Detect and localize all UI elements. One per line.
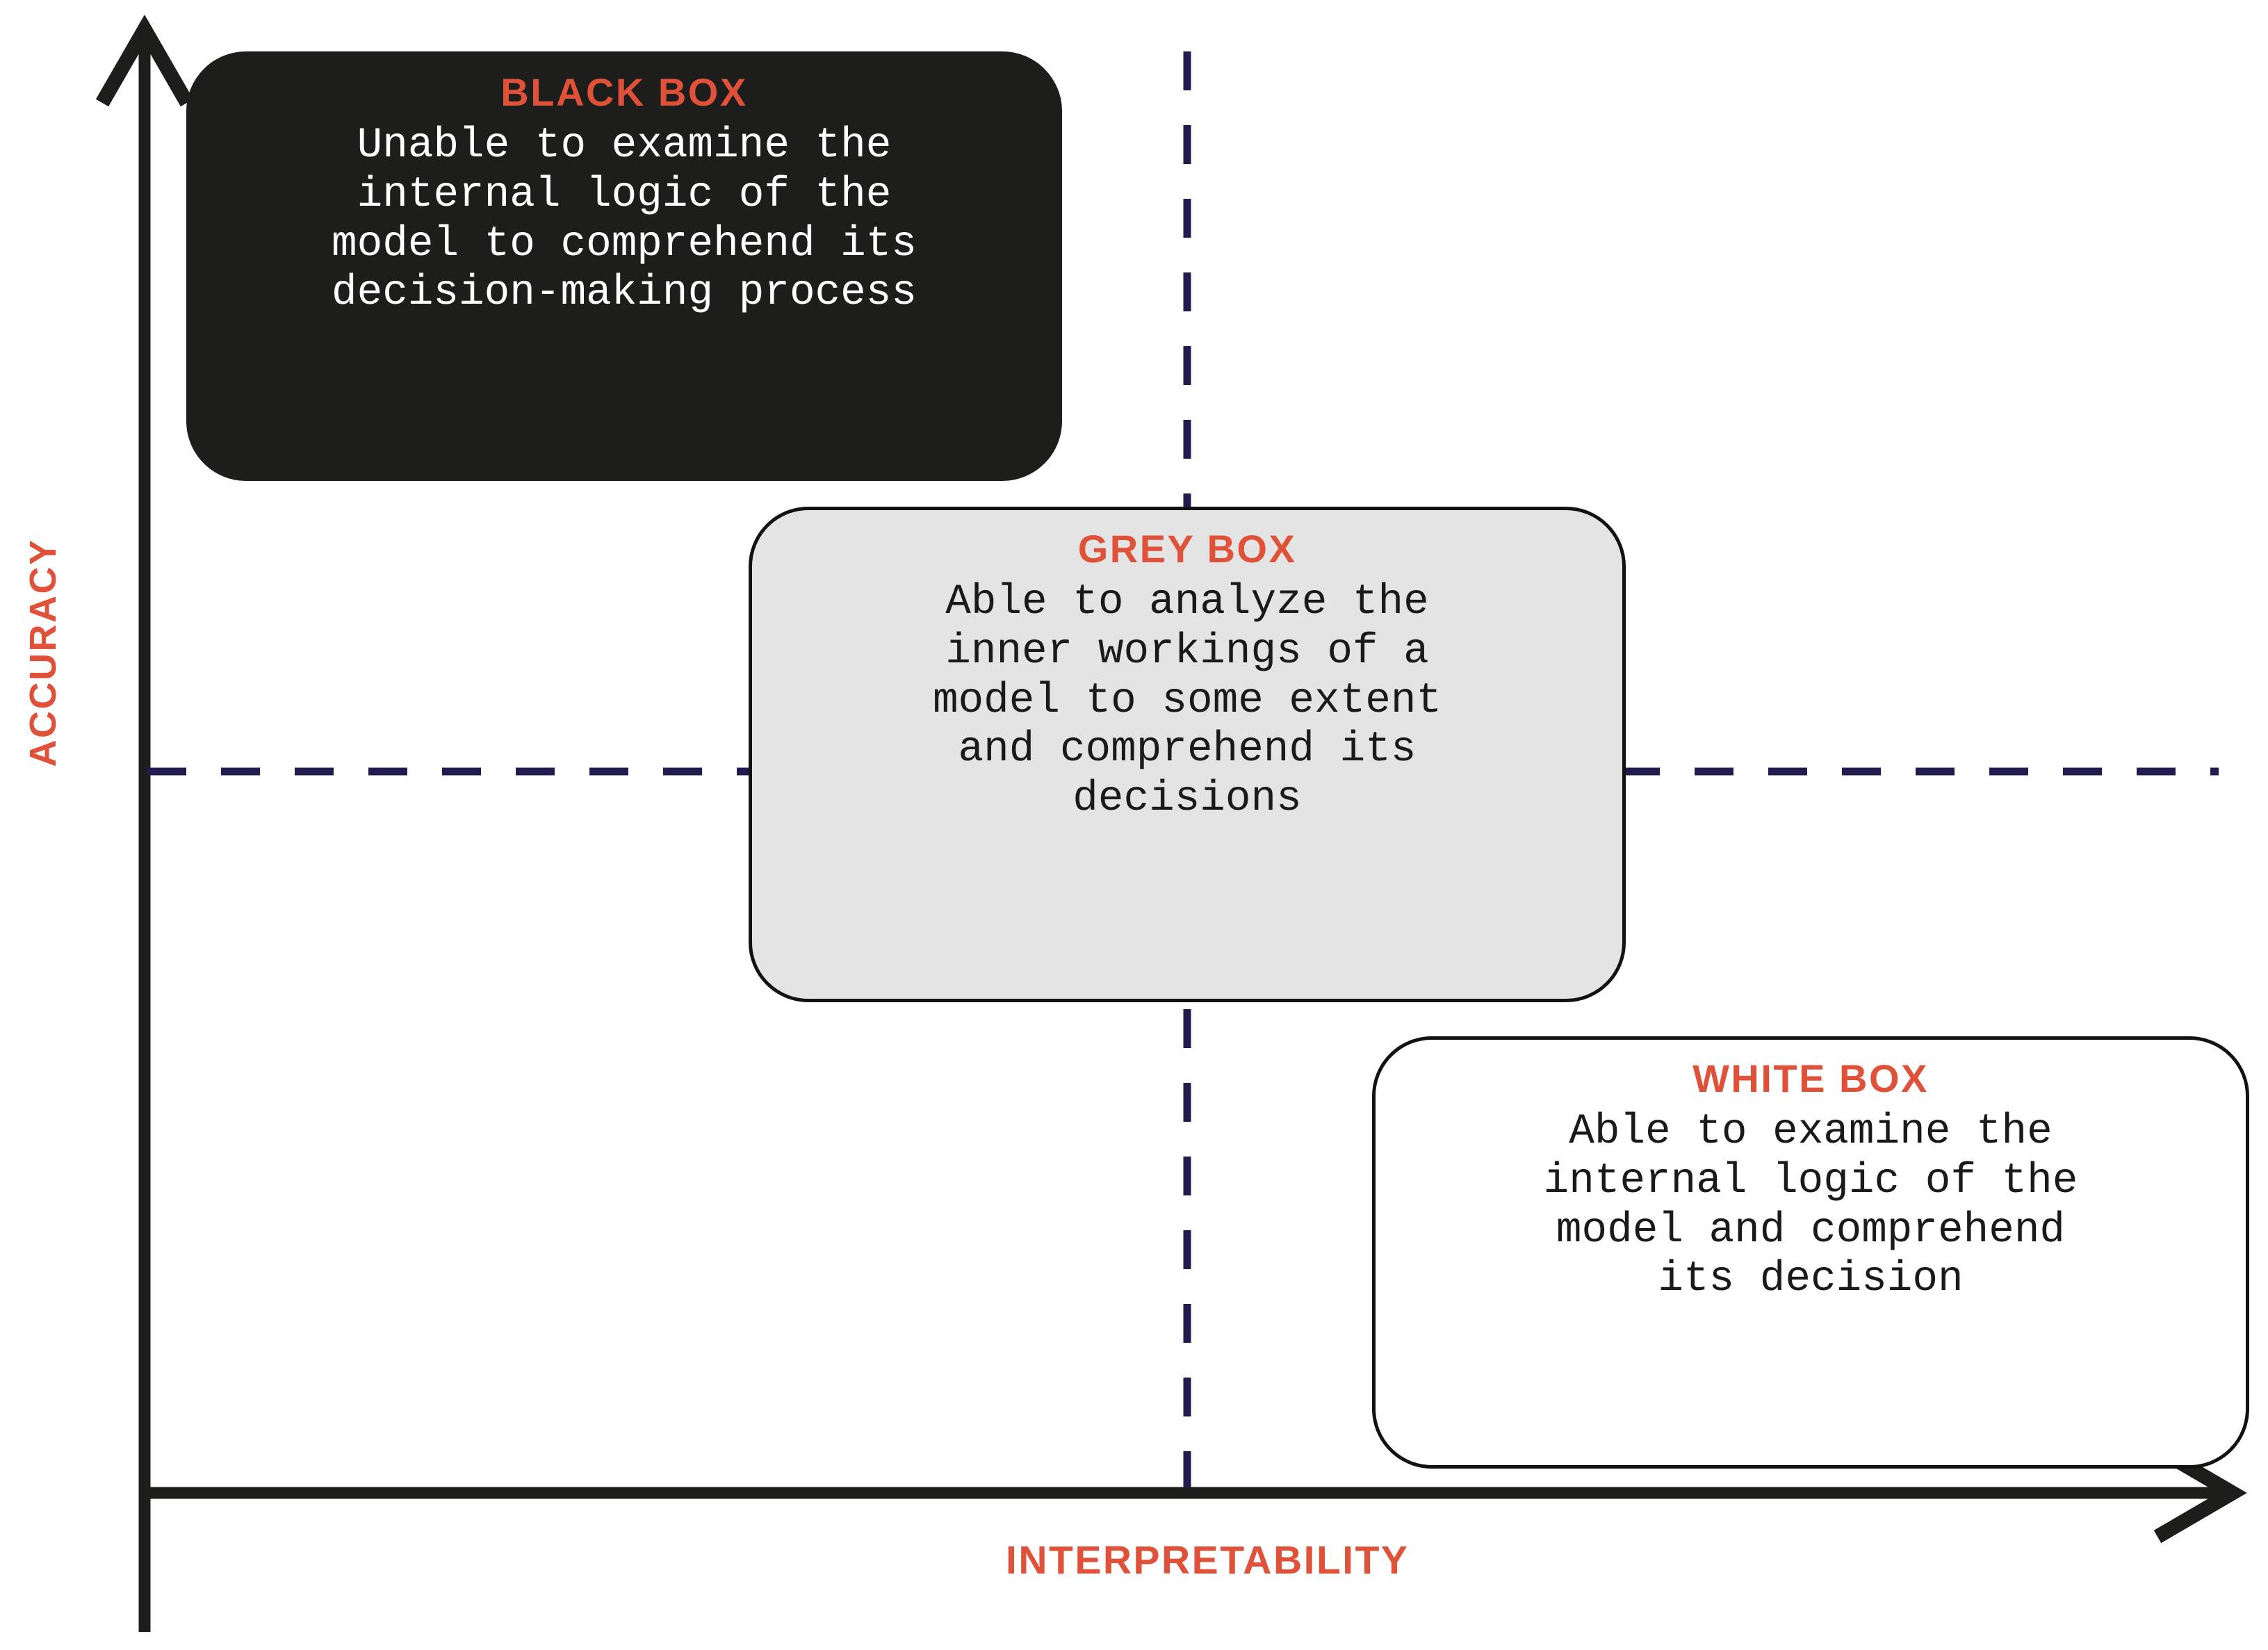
y-axis-label: ACCURACY [22,538,64,767]
grey-box-card: GREY BOX Able to analyze the inner worki… [749,507,1626,1002]
grey-box-description: Able to analyze the inner workings of a … [932,578,1442,823]
y-axis-arrowhead [95,14,194,107]
white-box-card: WHITE BOX Able to examine the internal l… [1372,1036,2249,1469]
black-box-description: Unable to examine the internal logic of … [332,122,917,318]
white-box-title: WHITE BOX [1692,1056,1929,1100]
black-box-title: BLACK BOX [500,70,748,114]
grey-box-title: GREY BOX [1077,527,1297,571]
white-box-description: Able to examine the internal logic of th… [1543,1108,2078,1304]
diagram-canvas: ACCURACY INTERPRETABILITY BLACK BOX Unab… [0,0,2268,1650]
x-axis-label: INTERPRETABILITY [1006,1538,1410,1583]
black-box-card: BLACK BOX Unable to examine the internal… [186,51,1062,481]
